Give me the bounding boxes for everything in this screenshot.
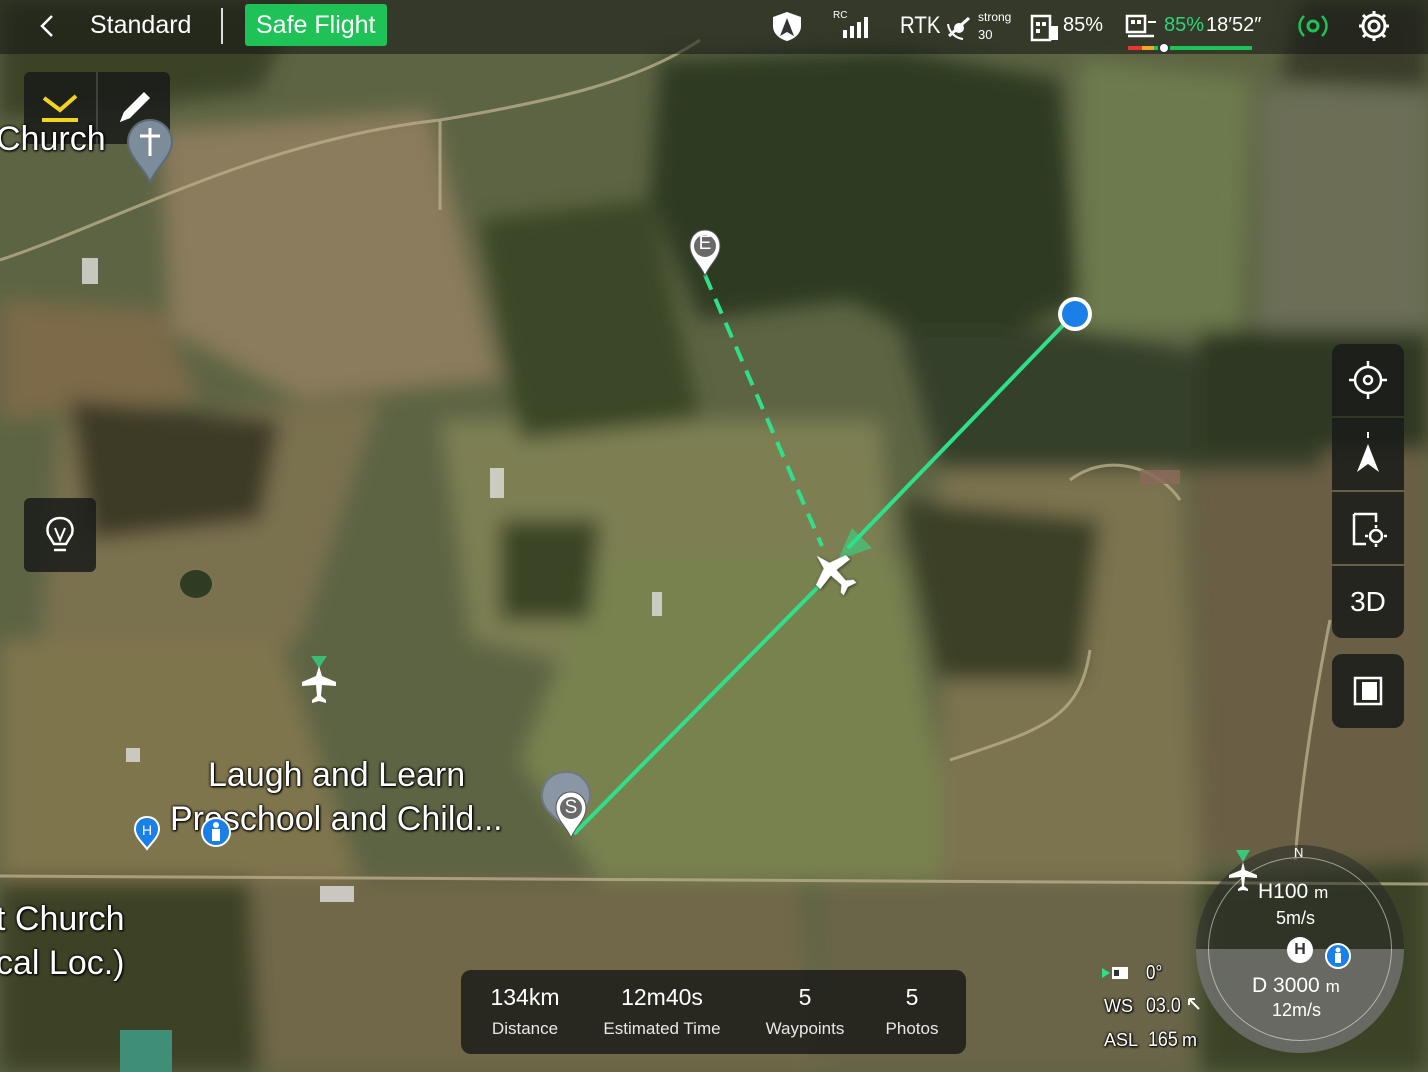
satellite-icon [945, 12, 975, 47]
beacon-button[interactable] [24, 498, 96, 572]
distance-stat: 134km Distance [479, 984, 571, 1039]
map-label-church-bottom-1: t Church [0, 900, 125, 938]
start-marker-label: S [564, 797, 578, 818]
height-label: H [1258, 880, 1274, 903]
battery-progress-bar [1128, 42, 1252, 54]
gimbal-angle: 0° [1146, 962, 1163, 984]
end-marker-label: E [698, 233, 712, 254]
estimated-time-stat: 12m40s Estimated Time [597, 984, 727, 1039]
map-settings-icon [1352, 512, 1387, 547]
person-location-icon[interactable] [200, 815, 232, 854]
height-value: 100 [1273, 880, 1309, 903]
signal-broadcast-icon[interactable] [1296, 10, 1330, 47]
target-icon [1349, 361, 1387, 399]
distance-label-d: D [1252, 974, 1268, 997]
top-status-bar: Standard Safe Flight RC RTK strong 30 85… [0, 0, 1428, 54]
waypoints-label: Waypoints [765, 1019, 845, 1038]
vertical-speed: 5m/s [1276, 908, 1316, 928]
svg-text:H: H [142, 822, 152, 838]
flight-time: 18′52″ [1206, 14, 1262, 36]
distance-readout: D 3000 m [1252, 974, 1340, 998]
flight-mode-label[interactable]: Standard [90, 11, 191, 40]
north-arrow-icon [1357, 432, 1379, 472]
distance-home-unit: m [1325, 977, 1340, 996]
nearby-aircraft-icon[interactable] [298, 652, 340, 713]
aircraft-position-dot [1058, 297, 1092, 331]
gimbal-icon [1100, 962, 1132, 989]
asl-value: 165 [1148, 1028, 1178, 1051]
map-label-church: Church [0, 120, 106, 158]
photos-label: Photos [885, 1019, 939, 1038]
aircraft-battery-icon [1030, 12, 1060, 47]
start-waypoint-marker[interactable]: S [554, 790, 588, 847]
divider [221, 8, 223, 44]
waypoints-value: 5 [798, 984, 812, 1010]
time-value: 12m40s [621, 984, 703, 1010]
rtk-label[interactable]: RTK [900, 12, 940, 40]
map-pin-icon[interactable] [126, 116, 174, 191]
home-point-icon[interactable]: H [133, 815, 161, 856]
safe-flight-button[interactable]: Safe Flight [245, 4, 387, 46]
gear-icon[interactable] [1356, 8, 1392, 49]
photos-stat: 5 Photos [875, 984, 949, 1039]
time-label: Estimated Time [603, 1019, 721, 1038]
compass-north: N [1294, 845, 1304, 860]
gnss-count: 30 [978, 27, 993, 42]
planned-route-dashed [703, 274, 824, 547]
map-label-church-bottom-2: cal Loc.) [0, 944, 125, 982]
asl-label: ASL [1104, 1030, 1139, 1050]
rc-battery-icon [1124, 12, 1160, 47]
split-view-button[interactable] [1332, 654, 1404, 728]
chevron-left-icon[interactable] [34, 10, 64, 42]
end-waypoint-marker[interactable]: E [688, 228, 722, 285]
gnss-strength: strong [978, 10, 1012, 24]
ws-value: 03.0 [1146, 994, 1181, 1017]
rc-signal-icon[interactable] [841, 14, 873, 45]
waypoints-stat: 5 Waypoints [757, 984, 853, 1039]
north-up-button[interactable] [1332, 418, 1404, 490]
distance-home-value: 3000 [1273, 974, 1320, 997]
pilot-location-icon [1324, 942, 1352, 975]
aircraft-icon[interactable] [806, 545, 860, 604]
route-segment-lower [572, 583, 822, 836]
mission-stats-panel: 134km Distance 12m40s Estimated Time 5 W… [461, 970, 966, 1054]
map-label-preschool-line1: Laugh and Learn [208, 756, 466, 794]
compass-aircraft-icon [1226, 850, 1260, 899]
height-readout: H100 m [1258, 880, 1328, 904]
locate-aircraft-button[interactable] [1332, 344, 1404, 416]
aircraft-battery-value: 85% [1063, 14, 1104, 36]
photos-value: 5 [905, 984, 919, 1010]
horizontal-speed: 12m/s [1272, 1000, 1322, 1020]
route-segment-upper [846, 312, 1076, 550]
3d-view-button[interactable]: 3D [1332, 566, 1404, 638]
asl-unit: m [1182, 1030, 1197, 1050]
home-marker: H [1287, 937, 1313, 963]
rc-battery-value: 85% [1164, 14, 1205, 36]
map-settings-button[interactable] [1332, 492, 1404, 564]
ws-label: WS [1104, 996, 1133, 1016]
distance-value: 134km [490, 984, 560, 1010]
geofence-shield-icon[interactable] [770, 10, 804, 47]
distance-label: Distance [491, 1019, 559, 1038]
height-unit: m [1314, 883, 1329, 902]
split-view-icon [1353, 676, 1383, 706]
